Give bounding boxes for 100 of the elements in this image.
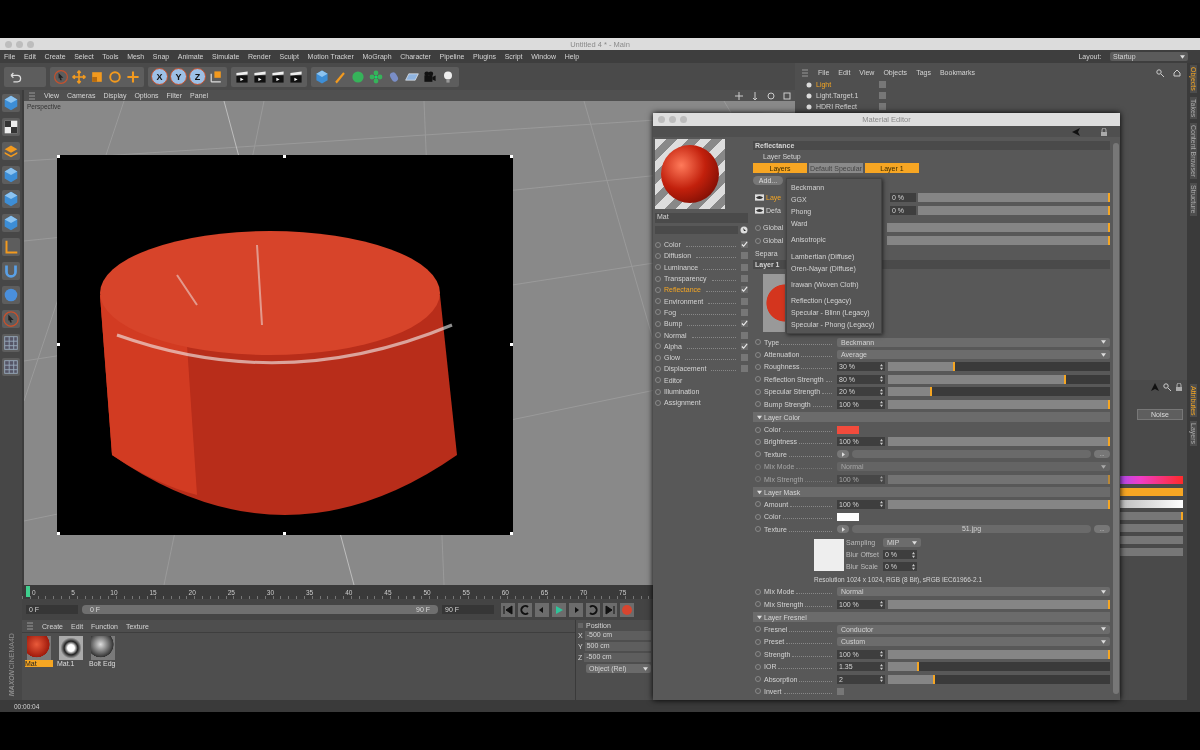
slider[interactable] — [888, 599, 1110, 609]
dropdown[interactable] — [1117, 548, 1183, 556]
axis-button[interactable]: X — [151, 68, 168, 85]
arrow-icon[interactable] — [1072, 127, 1080, 136]
search-icon[interactable] — [1156, 68, 1164, 77]
checkbox[interactable] — [741, 241, 748, 249]
checker-icon[interactable] — [2, 118, 20, 136]
sphere-icon[interactable] — [350, 68, 366, 85]
checkbox[interactable] — [741, 252, 748, 260]
slider[interactable] — [918, 206, 1110, 215]
slider[interactable] — [888, 662, 1110, 672]
slider[interactable] — [888, 374, 1110, 384]
slider[interactable] — [888, 437, 1110, 447]
slider[interactable] — [888, 649, 1110, 659]
zoom-icon[interactable] — [751, 91, 759, 100]
camera-icon[interactable] — [422, 68, 438, 85]
cursor-icon[interactable] — [53, 68, 69, 85]
cursor-icon[interactable] — [2, 310, 20, 328]
grid-icon[interactable] — [2, 358, 20, 376]
axis-button[interactable]: Z — [189, 68, 206, 85]
clapper-icon[interactable] — [288, 68, 304, 85]
slider-thumb[interactable] — [1063, 374, 1066, 384]
clapper-icon[interactable] — [234, 68, 250, 85]
lock-icon[interactable] — [1100, 127, 1108, 136]
cursor-icon[interactable] — [740, 226, 748, 234]
cube-icon[interactable] — [2, 94, 20, 112]
play-icon[interactable] — [552, 602, 566, 617]
texture-menu-button[interactable] — [837, 450, 849, 459]
home-icon[interactable] — [1173, 68, 1181, 77]
eye-icon[interactable] — [755, 194, 764, 201]
step-back-icon[interactable] — [535, 602, 549, 617]
cross-icon[interactable] — [125, 68, 141, 85]
flower-icon[interactable] — [368, 68, 384, 85]
checkbox[interactable] — [741, 365, 748, 373]
checkbox[interactable] — [741, 308, 748, 316]
spinner-icon — [880, 501, 883, 508]
material-thumbnail[interactable] — [91, 636, 115, 660]
grid-icon[interactable] — [2, 334, 20, 352]
slider-thumb[interactable] — [932, 674, 935, 684]
eye-icon[interactable] — [755, 207, 764, 214]
cube-icon[interactable] — [2, 166, 20, 184]
slider-thumb[interactable] — [917, 662, 920, 672]
rotate-icon[interactable] — [767, 91, 775, 100]
scrollbar[interactable] — [1113, 143, 1119, 694]
spinner-icon — [912, 551, 915, 558]
rotate-icon[interactable] — [107, 68, 123, 85]
maximize-icon[interactable] — [783, 91, 791, 100]
record-icon[interactable] — [620, 602, 634, 617]
material-thumbnail[interactable] — [59, 636, 83, 660]
snap-icon[interactable] — [2, 286, 20, 304]
color-swatch[interactable] — [837, 425, 859, 434]
checkbox[interactable] — [741, 263, 748, 271]
coords-icon[interactable] — [208, 68, 224, 85]
checkbox[interactable] — [741, 320, 748, 328]
spinner-icon — [880, 376, 883, 383]
checkbox[interactable] — [741, 342, 748, 350]
arrow-icon[interactable] — [1151, 383, 1159, 391]
dropdown[interactable] — [1117, 536, 1183, 544]
layers-icon[interactable] — [2, 142, 20, 160]
slider[interactable] — [888, 500, 1110, 509]
go-to-end-icon[interactable] — [603, 602, 617, 617]
move-icon[interactable] — [71, 68, 87, 85]
grip-icon — [26, 622, 34, 630]
checkbox[interactable] — [741, 354, 748, 362]
slider-thumb[interactable] — [930, 387, 933, 397]
cube-icon[interactable] — [2, 190, 20, 208]
dropdown[interactable] — [1117, 524, 1183, 532]
slider[interactable] — [887, 223, 1110, 232]
loop-icon[interactable] — [518, 602, 532, 617]
material-thumbnail[interactable] — [27, 636, 51, 660]
slider[interactable] — [887, 236, 1110, 245]
checkbox[interactable] — [741, 297, 748, 305]
go-to-start-icon[interactable] — [501, 602, 515, 617]
caret-icon — [1101, 589, 1106, 594]
texture-menu-button[interactable] — [837, 525, 849, 534]
cube-icon[interactable] — [314, 68, 330, 85]
move-icon[interactable] — [735, 91, 743, 100]
cube-icon[interactable] — [2, 214, 20, 232]
playhead[interactable] — [26, 586, 30, 597]
slider[interactable] — [1117, 512, 1183, 520]
color-swatch[interactable] — [837, 512, 859, 521]
search-icon[interactable] — [1163, 383, 1171, 391]
slider[interactable] — [888, 387, 1110, 397]
clapper-icon[interactable] — [270, 68, 286, 85]
checkbox[interactable] — [741, 275, 748, 283]
clapper-icon[interactable] — [252, 68, 268, 85]
checkbox[interactable] — [741, 331, 748, 339]
step-forward-icon[interactable] — [569, 602, 583, 617]
checkbox[interactable] — [741, 286, 748, 294]
axis-button[interactable]: Y — [170, 68, 187, 85]
slider[interactable] — [888, 362, 1110, 372]
slider[interactable] — [888, 399, 1110, 409]
angle-icon[interactable] — [2, 238, 20, 256]
magnet-icon[interactable] — [2, 262, 20, 280]
checkbox[interactable] — [837, 687, 844, 695]
slider[interactable] — [918, 193, 1110, 202]
loop-icon[interactable] — [586, 602, 600, 617]
slider-thumb[interactable] — [952, 362, 955, 372]
lock-icon[interactable] — [1175, 383, 1183, 391]
slider[interactable] — [888, 674, 1110, 684]
